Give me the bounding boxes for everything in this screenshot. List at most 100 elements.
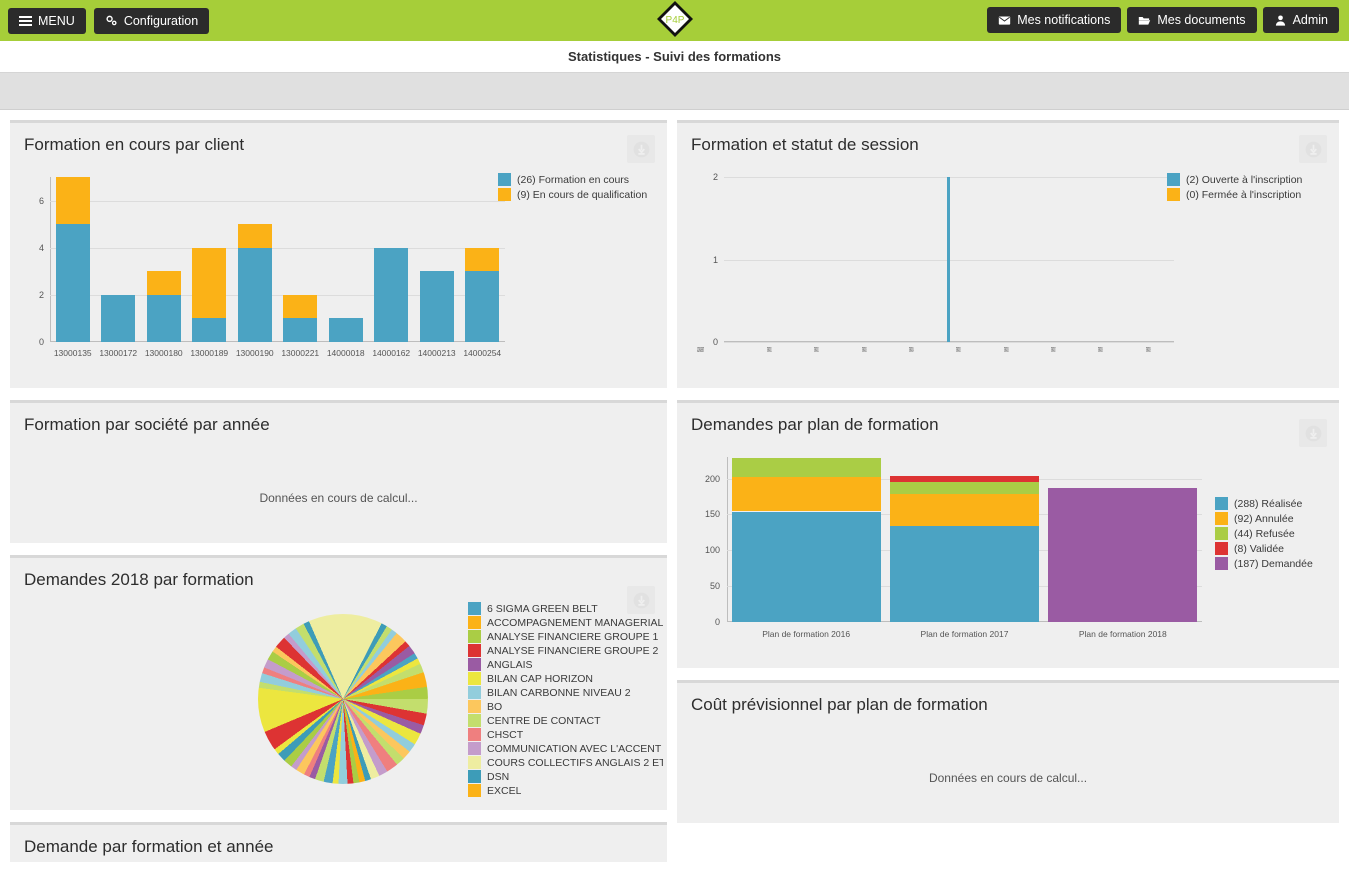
legend-label: (2) Ouverte à l'inscription — [1186, 173, 1303, 186]
bar-segment[interactable] — [237, 247, 272, 342]
bar-segment[interactable] — [731, 477, 881, 512]
legend-swatch — [1215, 557, 1228, 570]
bar-segment[interactable] — [283, 294, 318, 319]
legend-item[interactable]: COMMUNICATION AVEC L'ACCENT SU — [468, 742, 663, 755]
bar-segment[interactable] — [146, 294, 181, 342]
menu-button[interactable]: MENU — [8, 7, 86, 34]
bar-segment[interactable] — [283, 318, 318, 342]
legend-item[interactable]: BO — [468, 700, 663, 713]
x-axis-tick: 14000254 — [463, 348, 502, 358]
panel-title: Demandes par plan de formation — [691, 415, 939, 434]
legend-item[interactable]: COURS COLLECTIFS ANGLAIS 2 ET FIN — [468, 756, 663, 769]
panel-title: Demande par formation et année — [24, 837, 274, 856]
admin-button[interactable]: Admin — [1262, 7, 1339, 33]
bar-segment[interactable] — [192, 247, 227, 319]
legend-label: ANGLAIS — [487, 658, 533, 671]
y-axis-tick: 150 — [704, 509, 720, 520]
y-axis-tick: 0 — [38, 337, 44, 347]
panel-title: Demandes 2018 par formation — [24, 570, 254, 589]
dashboard-left-column: Formation en cours par client 0 2 4 6 130001… — [10, 120, 667, 874]
panel-cout-previsionnel: Coût prévisionnel par plan de formation … — [677, 680, 1339, 823]
bar[interactable] — [101, 294, 136, 342]
bar-segment[interactable] — [374, 247, 409, 342]
legend-label: (8) Validée — [1234, 542, 1284, 555]
bar-segment[interactable] — [328, 318, 363, 342]
pie-slices[interactable] — [258, 614, 428, 784]
bar[interactable] — [55, 177, 90, 342]
panel-formation-et-statut-de-session: Formation et statut de session 0 1 2 ACCOMP… — [677, 120, 1339, 388]
legend-item[interactable]: (187) Demandée — [1215, 557, 1313, 570]
legend-swatch — [1215, 542, 1228, 555]
bar[interactable] — [192, 247, 227, 342]
legend-item[interactable]: 6 SIGMA GREEN BELT — [468, 602, 663, 615]
configuration-button[interactable]: Configuration — [93, 7, 210, 34]
legend-swatch — [1215, 497, 1228, 510]
legend-item[interactable]: (26) Formation en cours — [498, 173, 647, 186]
legend-item[interactable]: BILAN CARBONNE NIVEAU 2 — [468, 686, 663, 699]
x-axis-tick: 13000190 — [235, 348, 274, 358]
legend-label: (92) Annulée — [1234, 512, 1294, 525]
legend-item[interactable]: CHSCT — [468, 728, 663, 741]
legend-swatch — [468, 658, 481, 671]
bar-segment[interactable] — [55, 224, 90, 342]
download-button[interactable] — [1299, 419, 1327, 447]
bar[interactable] — [146, 271, 181, 342]
legend-item[interactable]: (288) Réalisée — [1215, 497, 1313, 510]
legend-item[interactable]: ANALYSE FINANCIERE GROUPE 1 — [468, 630, 663, 643]
x-axis-tick: 13000135 — [53, 348, 92, 358]
bar[interactable] — [890, 476, 1039, 622]
admin-button-label: Admin — [1292, 13, 1328, 27]
legend-item[interactable]: ACCOMPAGNEMENT MANAGERIAL — [468, 616, 663, 629]
legend-item[interactable]: (8) Validée — [1215, 542, 1313, 555]
filter-toolbar[interactable] — [0, 72, 1349, 110]
bar[interactable] — [328, 318, 363, 342]
documents-button[interactable]: Mes documents — [1127, 7, 1257, 33]
logo-text: P4P — [665, 15, 684, 26]
bar[interactable] — [731, 457, 881, 622]
chart-demandes-2018-pie: 6 SIGMA GREEN BELT ACCOMPAGNEMENT MANAGER… — [20, 602, 663, 807]
bar-segment[interactable] — [101, 294, 136, 342]
notifications-button[interactable]: Mes notifications — [987, 7, 1122, 33]
app-logo[interactable]: P4P — [653, 0, 697, 42]
bar-segment[interactable] — [465, 247, 500, 272]
legend-item[interactable]: ANALYSE FINANCIERE GROUPE 2 — [468, 644, 663, 657]
legend-item[interactable]: (9) En cours de qualification — [498, 188, 647, 201]
bar-segment[interactable] — [192, 318, 227, 342]
bar-segment[interactable] — [890, 482, 1039, 495]
bar-segment[interactable] — [465, 271, 500, 342]
bar[interactable] — [465, 247, 500, 342]
page-title: Statistiques - Suivi des formations — [0, 41, 1349, 72]
legend-label: CENTRE DE CONTACT — [487, 714, 601, 727]
bar[interactable] — [1048, 487, 1198, 622]
x-axis-tick: Plan de formation 2017 — [920, 629, 1009, 639]
legend-item[interactable]: (92) Annulée — [1215, 512, 1313, 525]
bar[interactable] — [946, 177, 951, 342]
legend-item[interactable]: CENTRE DE CONTACT — [468, 714, 663, 727]
download-button[interactable] — [1299, 135, 1327, 163]
bar-segment[interactable] — [146, 271, 181, 295]
legend-item[interactable]: BILAN CAP HORIZON — [468, 672, 663, 685]
bar[interactable] — [237, 224, 272, 342]
bar-segment[interactable] — [731, 511, 881, 622]
y-axis-tick: 50 — [709, 581, 720, 592]
legend-item[interactable]: (2) Ouverte à l'inscription — [1167, 173, 1302, 186]
legend-item[interactable]: DSN — [468, 770, 663, 783]
legend-item[interactable]: ANGLAIS — [468, 658, 663, 671]
bar[interactable] — [419, 271, 454, 342]
bar[interactable] — [374, 247, 409, 342]
panel-title: Formation et statut de session — [691, 135, 919, 154]
bar-segment[interactable] — [237, 224, 272, 248]
legend-item[interactable]: EXCEL — [468, 784, 663, 797]
legend-item[interactable]: (44) Refusée — [1215, 527, 1313, 540]
bar-segment[interactable] — [1048, 487, 1198, 622]
bar-segment[interactable] — [890, 525, 1039, 622]
bar-segment[interactable] — [731, 457, 881, 478]
bar-segment[interactable] — [55, 177, 90, 225]
bar[interactable] — [283, 294, 318, 342]
bar-segment[interactable] — [419, 271, 454, 342]
bar-segment[interactable] — [890, 494, 1039, 526]
chart-legend: 6 SIGMA GREEN BELT ACCOMPAGNEMENT MANAGER… — [468, 602, 663, 798]
x-axis-tick: FORMATION 1 — [766, 347, 772, 354]
legend-item[interactable]: (0) Fermée à l'inscription — [1167, 188, 1302, 201]
download-button[interactable] — [627, 135, 655, 163]
